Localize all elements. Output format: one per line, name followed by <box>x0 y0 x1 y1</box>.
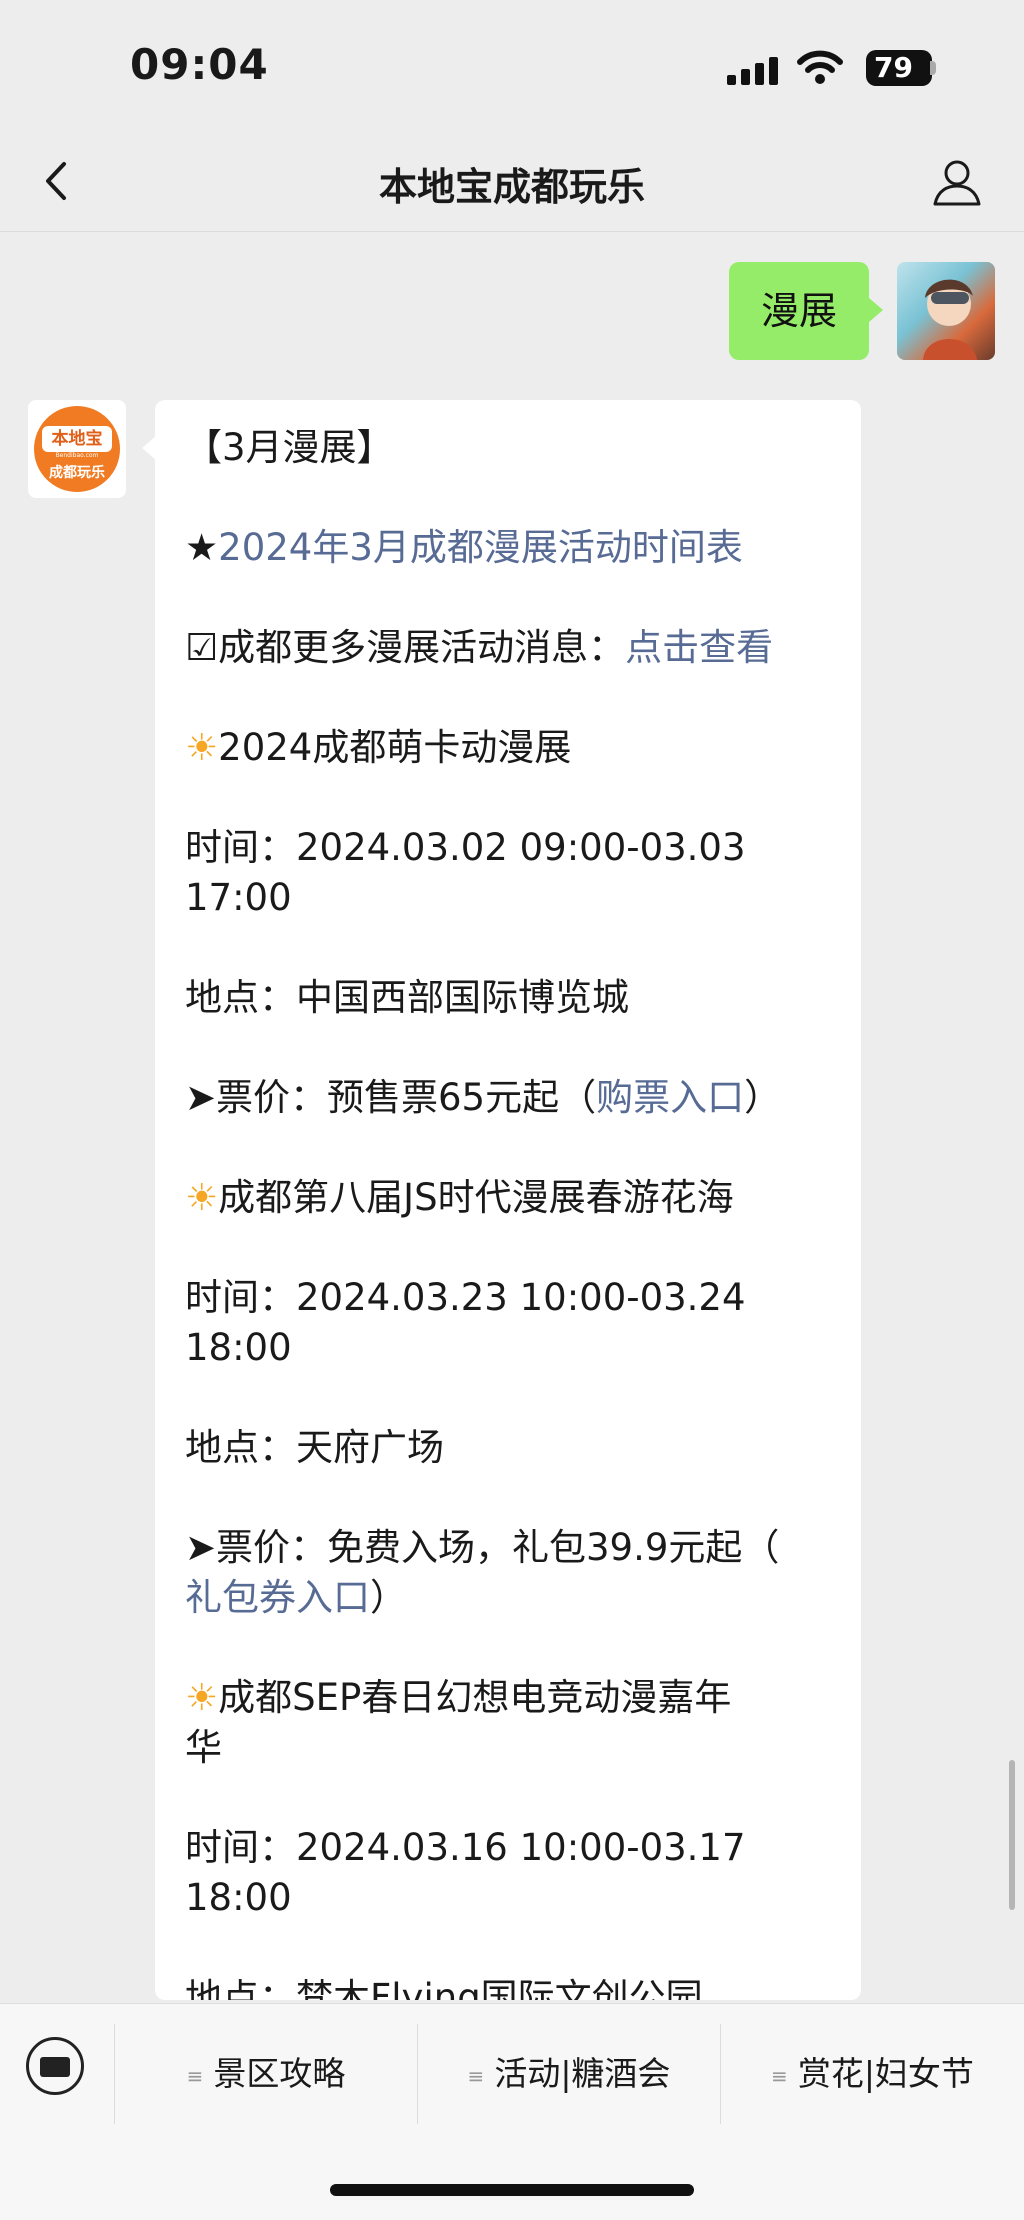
event-3-title-cont: 华 <box>185 1726 222 1769</box>
scrollbar[interactable] <box>1009 1760 1015 1910</box>
menu-item-label: 活动|糖酒会 <box>494 2054 671 2093</box>
sun-icon: ☀ <box>185 1176 219 1219</box>
bot-avatar[interactable]: 本地宝 Bendibao.com 成都玩乐 <box>28 400 126 498</box>
event-2-time-cont: 18:00 <box>185 1326 292 1369</box>
view-more-link[interactable]: 点击查看 <box>625 626 773 669</box>
event-1-time: 时间：2024.03.02 09:00-03.03 <box>185 826 746 869</box>
page-title: 本地宝成都玩乐 <box>378 165 645 209</box>
battery-level: 79 <box>874 51 913 84</box>
gift-voucher-link[interactable]: 礼包券入口 <box>185 1576 370 1619</box>
status-bar: 09:04 79 <box>0 0 1024 130</box>
menu-lines-icon: ≡ <box>186 2063 204 2088</box>
event-2-price: ➤票价：免费入场，礼包39.9元起（ <box>185 1526 780 1569</box>
event-1-price-text: ➤票价：预售票65元起（ <box>185 1076 597 1119</box>
cellular-signal-icon <box>727 55 781 85</box>
menu-item-flowers[interactable]: ≡ 赏花|妇女节 <box>721 2024 1024 2124</box>
more-info-line: ☑成都更多漫展活动消息：点击查看 <box>185 623 837 673</box>
menu-item-scenic-guide[interactable]: ≡ 景区攻略 <box>115 2024 417 2124</box>
user-message-bubble[interactable]: 漫展 <box>729 262 869 360</box>
menu-item-label: 赏花|妇女节 <box>797 2054 974 2093</box>
menu-item-events[interactable]: ≡ 活动|糖酒会 <box>418 2024 720 2124</box>
profile-icon[interactable] <box>930 156 984 210</box>
buy-ticket-link[interactable]: 购票入口 <box>596 1076 744 1119</box>
logo-text-top: 本地宝 <box>42 426 112 452</box>
more-info-text: ☑成都更多漫展活动消息： <box>185 626 626 669</box>
keyboard-toggle-button[interactable] <box>26 2037 84 2095</box>
schedule-link[interactable]: 2024年3月成都漫展活动时间表 <box>218 526 743 569</box>
event-3-time: 时间：2024.03.16 10:00-03.17 <box>185 1826 746 1869</box>
event-3-time-cont: 18:00 <box>185 1876 292 1919</box>
bot-bubble-tail <box>142 436 156 460</box>
event-2-place: 地点：天府广场 <box>185 1426 444 1469</box>
event-2-time: 时间：2024.03.23 10:00-03.24 <box>185 1276 746 1319</box>
event-3-title: ☀成都SEP春日幻想电竞动漫嘉年 <box>185 1673 837 1723</box>
message-heading: 【3月漫展】 <box>185 426 394 469</box>
home-indicator <box>330 2184 694 2196</box>
event-2-title: ☀成都第八届JS时代漫展春游花海 <box>185 1173 837 1223</box>
event-2-price-suffix: ） <box>370 1576 407 1619</box>
bot-message-bubble: 【3月漫展】 ★2024年3月成都漫展活动时间表 ☑成都更多漫展活动消息：点击查… <box>155 400 861 2000</box>
event-1-place: 地点：中国西部国际博览城 <box>185 976 629 1019</box>
wifi-icon <box>797 50 843 84</box>
schedule-line: ★2024年3月成都漫展活动时间表 <box>185 523 837 573</box>
user-avatar-art <box>923 279 977 360</box>
user-avatar[interactable] <box>897 262 995 360</box>
event-2-name: 成都第八届JS时代漫展春游花海 <box>218 1176 734 1219</box>
status-time: 09:04 <box>130 40 269 89</box>
event-1-price-suffix: ） <box>744 1076 782 1119</box>
event-3-name: 成都SEP春日幻想电竞动漫嘉年 <box>218 1676 732 1719</box>
battery-cap <box>930 61 936 75</box>
event-2-price-cont: 礼包券入口） <box>185 1573 837 1623</box>
menu-item-label: 景区攻略 <box>213 2054 346 2093</box>
battery-icon: 79 <box>866 50 932 86</box>
logo-text-url: Bendibao.com <box>55 452 99 459</box>
event-1-time-cont: 17:00 <box>185 876 292 919</box>
logo-text-bottom: 成都玩乐 <box>49 465 105 481</box>
sun-icon: ☀ <box>185 1676 219 1719</box>
sun-icon: ☀ <box>185 726 219 769</box>
user-bubble-tail <box>869 298 883 322</box>
star-icon: ★ <box>185 526 219 569</box>
event-1-name: 2024成都萌卡动漫展 <box>218 726 572 769</box>
menu-lines-icon: ≡ <box>467 2063 485 2088</box>
keyboard-icon <box>40 2057 70 2077</box>
nav-bar: 本地宝成都玩乐 <box>0 130 1024 232</box>
event-1-price: ➤票价：预售票65元起（购票入口） <box>185 1073 837 1123</box>
event-3-place: 地点：梵木Flying国际文创公园 <box>185 1976 703 2000</box>
menu-lines-icon: ≡ <box>771 2063 788 2088</box>
event-1-title: ☀2024成都萌卡动漫展 <box>185 723 837 773</box>
